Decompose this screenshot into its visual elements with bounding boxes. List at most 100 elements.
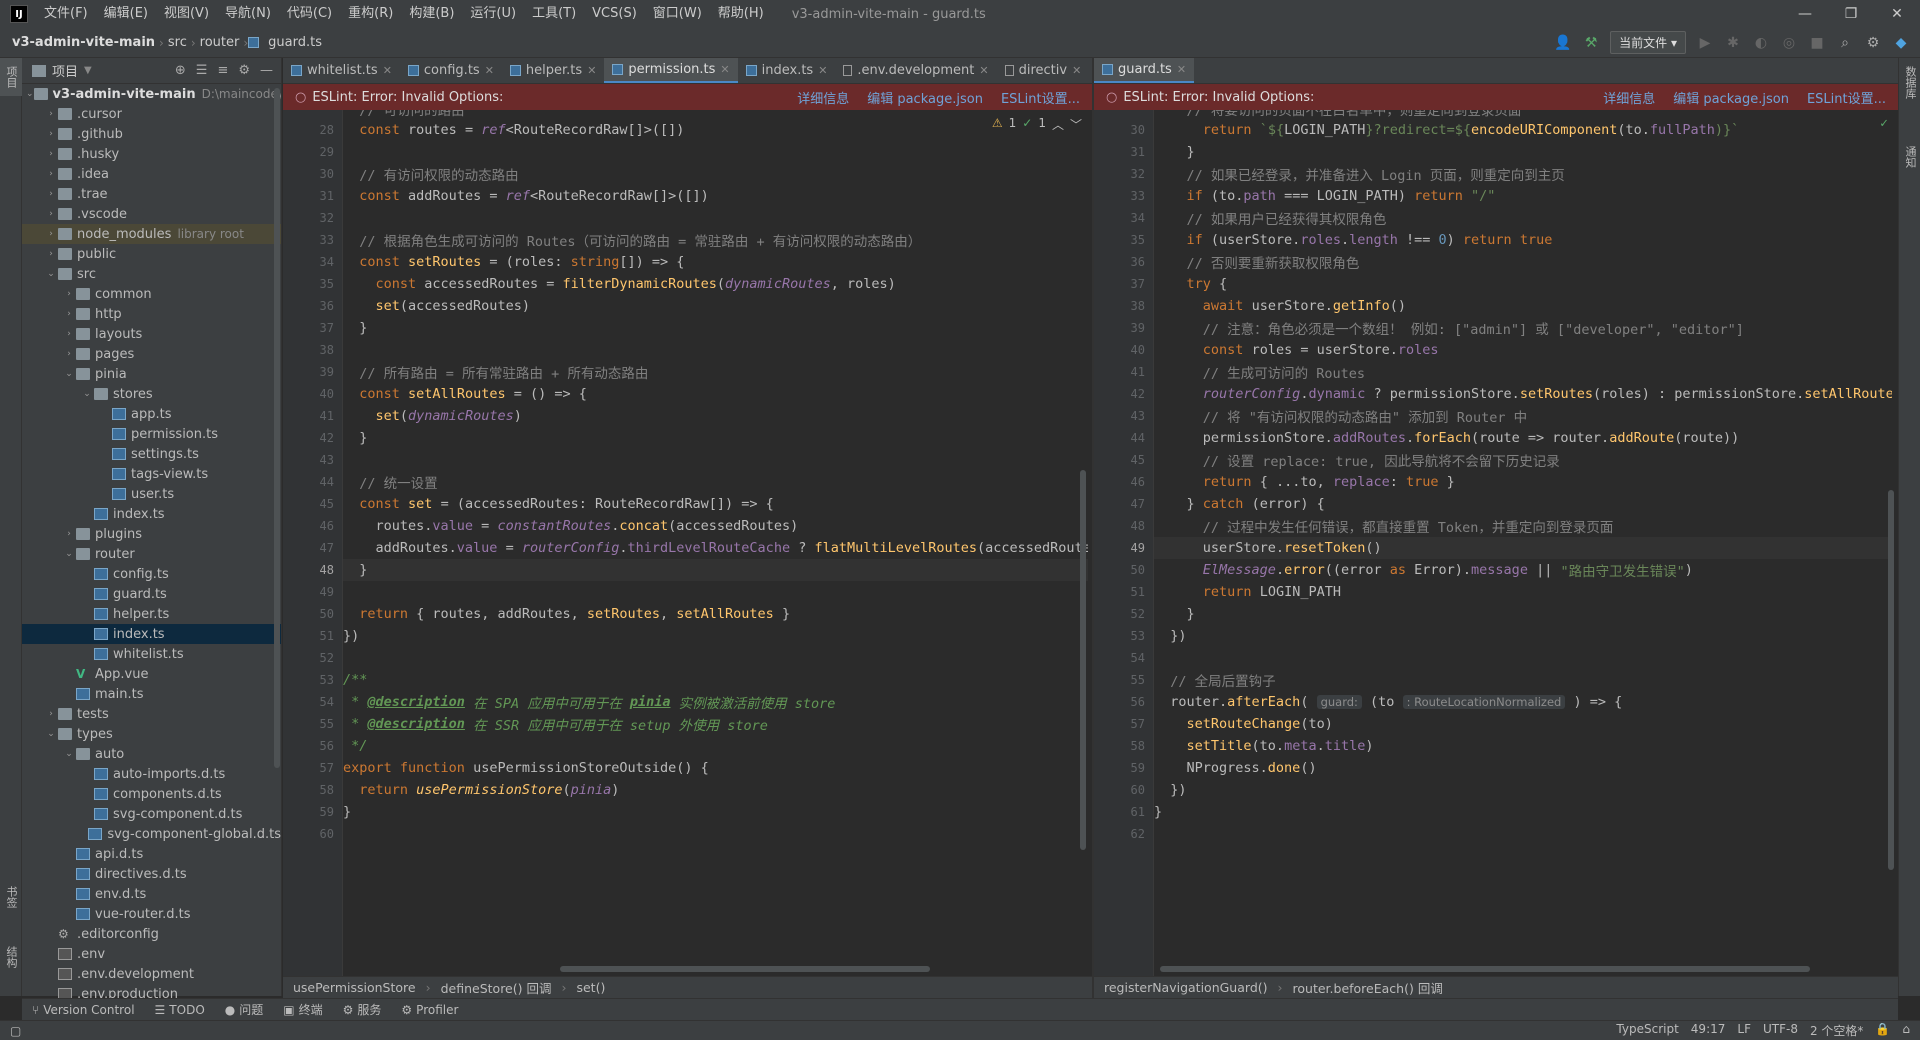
editor-tab[interactable]: config.ts ✕: [400, 58, 502, 83]
tree-item[interactable]: ⌄ types: [22, 724, 281, 744]
line-number[interactable]: 56: [283, 735, 342, 757]
tree-item[interactable]: helper.ts: [22, 604, 281, 624]
line-number[interactable]: 34: [1094, 207, 1153, 229]
status-encoding[interactable]: UTF-8: [1763, 1022, 1798, 1039]
edit-package-link[interactable]: 编辑 package.json: [867, 88, 983, 107]
chevron-right-icon[interactable]: ›: [44, 249, 58, 259]
tree-item[interactable]: .env.development: [22, 964, 281, 984]
tool-tab[interactable]: ☰ TODO: [145, 1003, 215, 1017]
tree-item[interactable]: config.ts: [22, 564, 281, 584]
search-icon[interactable]: ⌕: [1836, 35, 1854, 51]
tree-item[interactable]: › .idea: [22, 164, 281, 184]
crumb-set[interactable]: set(): [566, 980, 615, 995]
line-number[interactable]: 53: [1094, 625, 1153, 647]
lock-icon[interactable]: 🔒: [1875, 1022, 1890, 1039]
close-tab-icon[interactable]: ✕: [720, 63, 729, 76]
line-number[interactable]: 39: [1094, 317, 1153, 339]
structure-tool-button[interactable]: 结构: [0, 938, 22, 976]
menu-item[interactable]: 文件(F): [36, 0, 96, 28]
line-number[interactable]: 54: [283, 691, 342, 713]
line-number[interactable]: 46: [1094, 471, 1153, 493]
tree-item[interactable]: env.d.ts: [22, 884, 281, 904]
chevron-down-icon[interactable]: ⌄: [62, 749, 76, 759]
eslint-settings-link[interactable]: ESLint设置...: [1001, 88, 1080, 107]
line-number[interactable]: 31: [283, 185, 342, 207]
chevron-down-icon[interactable]: ﹀: [1070, 116, 1082, 133]
left-code-area[interactable]: // 可访问的路由 const routes = ref <RouteRecord…: [343, 110, 1088, 976]
crumb-store[interactable]: usePermissionStore: [283, 980, 426, 995]
tool-tab[interactable]: ● 问题: [215, 1001, 274, 1018]
tree-item[interactable]: › .github: [22, 124, 281, 144]
project-scrollbar[interactable]: [274, 88, 280, 768]
line-number[interactable]: 44: [283, 471, 342, 493]
line-number[interactable]: 43: [1094, 405, 1153, 427]
tree-item[interactable]: › layouts: [22, 324, 281, 344]
line-number[interactable]: 30: [283, 163, 342, 185]
status-indent[interactable]: 2 个空格*: [1810, 1022, 1863, 1039]
chevron-right-icon[interactable]: ›: [62, 329, 76, 339]
menu-item[interactable]: 重构(R): [340, 0, 401, 28]
line-number[interactable]: 32: [1094, 163, 1153, 185]
tree-item[interactable]: components.d.ts: [22, 784, 281, 804]
collapse-all-icon[interactable]: ≡: [217, 63, 228, 78]
inspection-widget[interactable]: ⚠ 1 ✓ 1 ︿ ﹀: [992, 116, 1082, 133]
crumb-define[interactable]: defineStore() 回调: [431, 978, 562, 997]
tree-item[interactable]: svg-component.d.ts: [22, 804, 281, 824]
tree-item[interactable]: V App.vue: [22, 664, 281, 684]
menu-item[interactable]: 工具(T): [524, 0, 584, 28]
line-number[interactable]: 49: [1094, 537, 1153, 559]
run-icon[interactable]: ▶: [1696, 35, 1714, 51]
chevron-down-icon[interactable]: ⌄: [44, 269, 58, 279]
line-number[interactable]: 59: [1094, 757, 1153, 779]
tree-root[interactable]: ⌄ v3-admin-vite-main D:\maincode\: [22, 84, 281, 104]
line-number[interactable]: 55: [1094, 669, 1153, 691]
left-editor-scrollbar[interactable]: [1080, 470, 1086, 850]
line-number[interactable]: 41: [283, 405, 342, 427]
right-hscrollbar[interactable]: [1160, 966, 1810, 972]
line-number[interactable]: 38: [283, 339, 342, 361]
menu-item[interactable]: 运行(U): [462, 0, 524, 28]
notifications-tool-button[interactable]: 通知: [1899, 138, 1920, 176]
expand-all-icon[interactable]: ☰: [196, 63, 208, 78]
tree-item[interactable]: api.d.ts: [22, 844, 281, 864]
chevron-right-icon[interactable]: ›: [44, 149, 58, 159]
tree-item[interactable]: permission.ts: [22, 424, 281, 444]
breadcrumb-project[interactable]: v3-admin-vite-main: [0, 35, 159, 50]
crumb-before-each[interactable]: router.beforeEach() 回调: [1283, 978, 1453, 997]
chevron-right-icon[interactable]: ›: [44, 189, 58, 199]
line-number[interactable]: 39: [283, 361, 342, 383]
tree-item[interactable]: › .husky: [22, 144, 281, 164]
line-number[interactable]: 43: [283, 449, 342, 471]
line-number[interactable]: 37: [283, 317, 342, 339]
left-hscrollbar[interactable]: [560, 966, 930, 972]
tree-item[interactable]: index.ts: [22, 504, 281, 524]
line-number[interactable]: 42: [283, 427, 342, 449]
line-number[interactable]: 47: [1094, 493, 1153, 515]
tree-item[interactable]: › .cursor: [22, 104, 281, 124]
line-number[interactable]: 37: [1094, 273, 1153, 295]
chevron-right-icon[interactable]: ›: [44, 229, 58, 239]
menu-item[interactable]: 代码(C): [279, 0, 340, 28]
chevron-down-icon[interactable]: ⌄: [44, 729, 58, 739]
build-hammer-icon[interactable]: ⚒: [1582, 35, 1600, 51]
line-number[interactable]: 51: [1094, 581, 1153, 603]
menu-item[interactable]: 构建(B): [401, 0, 462, 28]
settings-gear-icon[interactable]: ⚙: [1864, 35, 1882, 51]
right-code-area[interactable]: // 将要访问的页面不在白名单中，则重定向到登录页面 return `${LOG…: [1154, 110, 1892, 976]
coverage-icon[interactable]: ◐: [1752, 35, 1770, 51]
tree-item[interactable]: tags-view.ts: [22, 464, 281, 484]
details-link[interactable]: 详细信息: [797, 88, 849, 107]
tool-tab[interactable]: ⑂ Version Control: [22, 1003, 145, 1017]
project-tool-button[interactable]: 项目: [0, 58, 22, 96]
line-number[interactable]: 47: [283, 537, 342, 559]
bookmarks-tool-button[interactable]: 书签: [0, 878, 22, 916]
line-number[interactable]: 41: [1094, 361, 1153, 383]
line-number[interactable]: 59: [283, 801, 342, 823]
line-number[interactable]: 31: [1094, 141, 1153, 163]
crumb-register[interactable]: registerNavigationGuard(): [1094, 980, 1278, 995]
restore-button[interactable]: ❐: [1828, 0, 1874, 28]
menu-item[interactable]: 视图(V): [156, 0, 217, 28]
tree-item[interactable]: guard.ts: [22, 584, 281, 604]
tree-item[interactable]: svg-component-global.d.ts: [22, 824, 281, 844]
editor-tab[interactable]: index.ts ✕: [738, 58, 836, 83]
